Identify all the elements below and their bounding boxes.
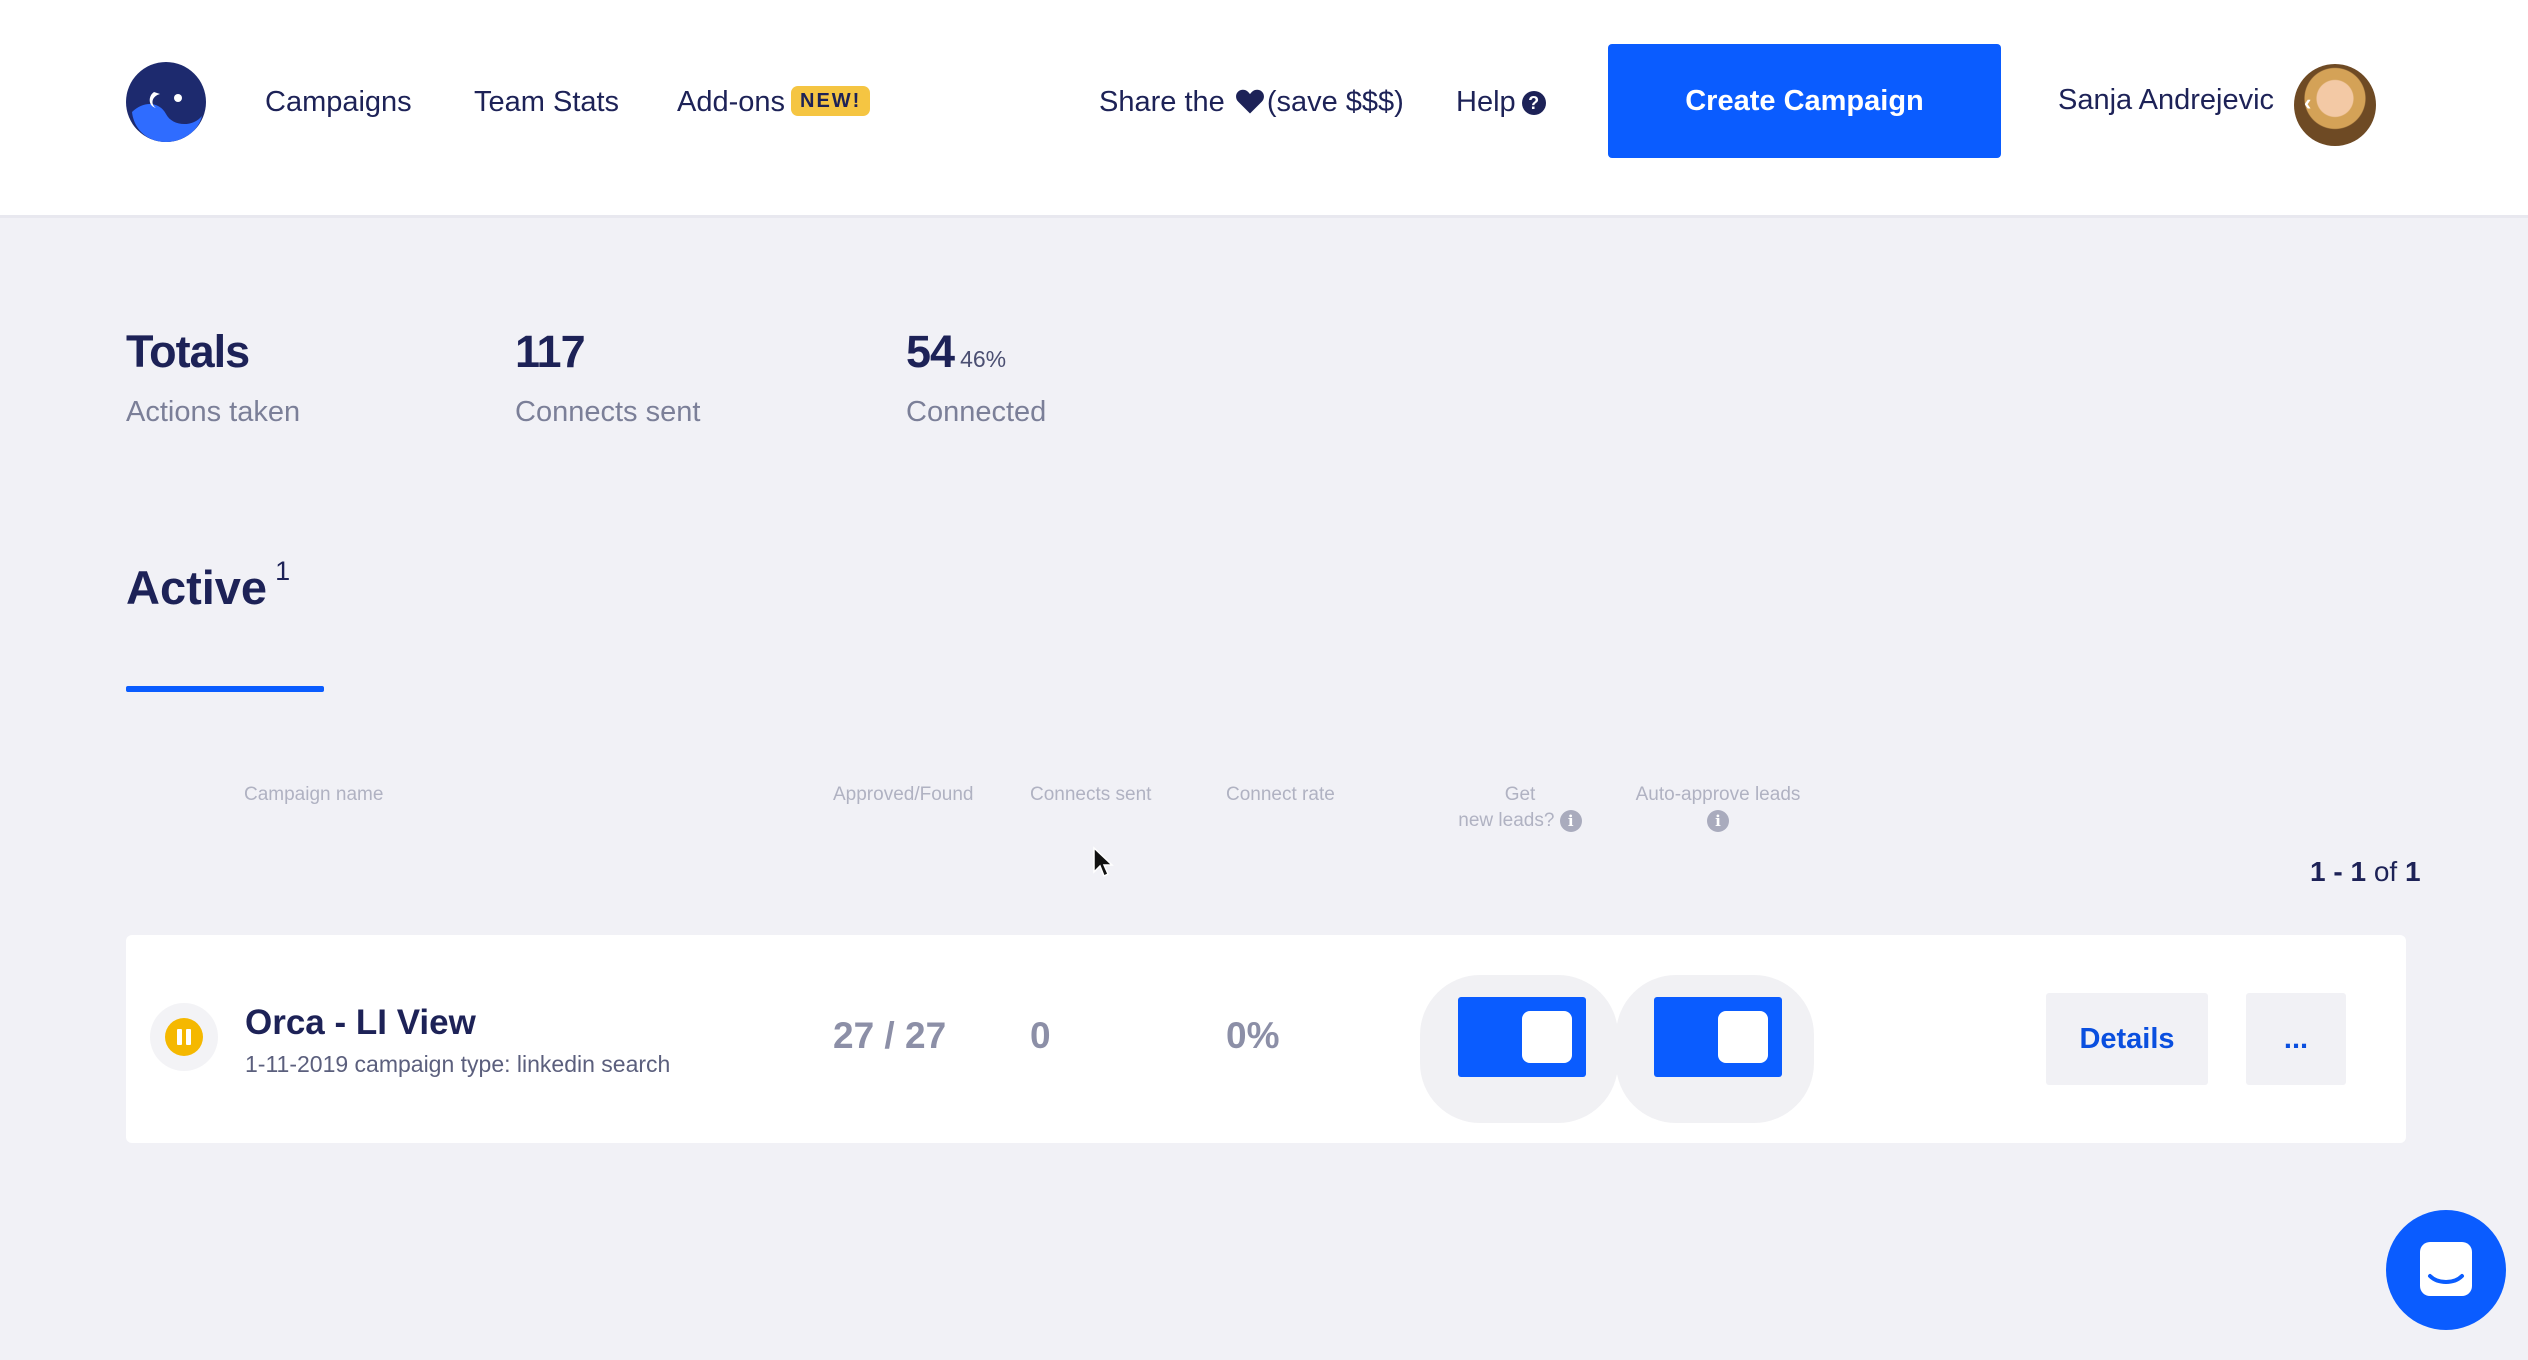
pagination-of: of <box>2373 856 2398 887</box>
connected-label: Connected <box>906 396 1047 428</box>
pause-button[interactable] <box>150 1003 218 1071</box>
connects-sent-cell: 0 <box>1030 1015 1051 1056</box>
chevron-left-icon: ‹ <box>2304 90 2312 115</box>
col-auto-approve-info-wrap: i <box>1626 808 1810 834</box>
details-button[interactable]: Details <box>2046 993 2208 1085</box>
totals-label: Actions taken <box>126 396 301 428</box>
user-name[interactable]: Sanja Andrejevic <box>2058 84 2274 117</box>
info-icon[interactable]: i <box>1559 810 1582 832</box>
col-campaign-name: Campaign name <box>244 784 384 805</box>
chat-button[interactable] <box>2386 1210 2506 1330</box>
auto-approve-toggle[interactable] <box>1654 997 1782 1077</box>
orca-logo-icon[interactable] <box>126 62 206 142</box>
totals-title: Totals <box>126 326 250 377</box>
tab-underline <box>126 686 324 692</box>
help-label: Help <box>1456 86 1516 118</box>
connects-sent-value: 117 <box>515 326 586 377</box>
toggle-knob <box>1718 1011 1768 1063</box>
help-link[interactable]: Help? <box>1456 82 1546 122</box>
question-circle-icon: ? <box>1521 91 1546 115</box>
connected-value-group: 54 46% <box>906 326 1006 378</box>
get-new-leads-toggle[interactable] <box>1458 997 1586 1077</box>
share-suffix: (save $$$) <box>1266 86 1404 118</box>
col-auto-approve-label: Auto-approve leads <box>1635 784 1801 805</box>
pause-icon <box>165 1018 203 1056</box>
pagination-range: 1 - 1 <box>2310 856 2367 887</box>
col-connect-rate: Connect rate <box>1226 784 1335 805</box>
connected-value: 54 <box>906 326 955 377</box>
info-icon[interactable]: i <box>1707 810 1729 832</box>
nav-addons[interactable]: Add-ons NEW! <box>677 82 871 122</box>
pagination-total: 1 <box>2404 856 2421 887</box>
col-connects-sent: Connects sent <box>1030 784 1152 805</box>
chat-icon <box>2420 1242 2472 1296</box>
connect-rate-value: 0% <box>1226 1015 1280 1056</box>
new-badge: NEW! <box>791 86 871 116</box>
heart-icon <box>1235 89 1264 114</box>
avatar[interactable]: ‹ <box>2294 64 2376 146</box>
nav-addons-label: Add-ons <box>677 86 786 118</box>
tab-active[interactable]: Active 1 <box>126 556 290 615</box>
tab-active-count: 1 <box>275 556 291 586</box>
pagination: 1 - 1 of 1 <box>2310 856 2421 888</box>
share-prefix: Share the <box>1099 86 1225 118</box>
top-navbar: Campaigns Team Stats Add-ons NEW! Share t… <box>0 0 2528 218</box>
create-campaign-button[interactable]: Create Campaign <box>1608 44 2001 158</box>
col-get-new-leads: Get new leads? i <box>1455 782 1585 834</box>
col-approved-found: Approved/Found <box>833 784 974 805</box>
campaign-subtitle: 1-11-2019 campaign type: linkedin search <box>245 1051 671 1077</box>
mouse-cursor-icon <box>1093 846 1114 878</box>
toggle-knob <box>1522 1011 1572 1063</box>
campaign-name[interactable]: Orca - LI View <box>245 1003 476 1043</box>
more-options-button[interactable]: ... <box>2246 993 2346 1085</box>
connected-percent: 46% <box>960 346 1007 372</box>
share-link[interactable]: Share the (save $$$) <box>1099 82 1404 122</box>
col-get-new-leads-line1: Get <box>1504 784 1536 805</box>
nav-team-stats[interactable]: Team Stats <box>474 82 619 122</box>
connects-sent-label: Connects sent <box>515 396 701 428</box>
col-auto-approve: Auto-approve leads i <box>1626 782 1810 834</box>
campaign-row: Orca - LI View 1-11-2019 campaign type: … <box>126 935 2406 1143</box>
approved-found-value: 27 / 27 <box>833 1015 947 1056</box>
nav-campaigns[interactable]: Campaigns <box>265 82 412 122</box>
col-get-new-leads-line2-wrap: new leads? i <box>1455 808 1585 834</box>
tab-active-label: Active <box>126 561 268 614</box>
col-get-new-leads-line2: new leads? <box>1458 810 1555 831</box>
